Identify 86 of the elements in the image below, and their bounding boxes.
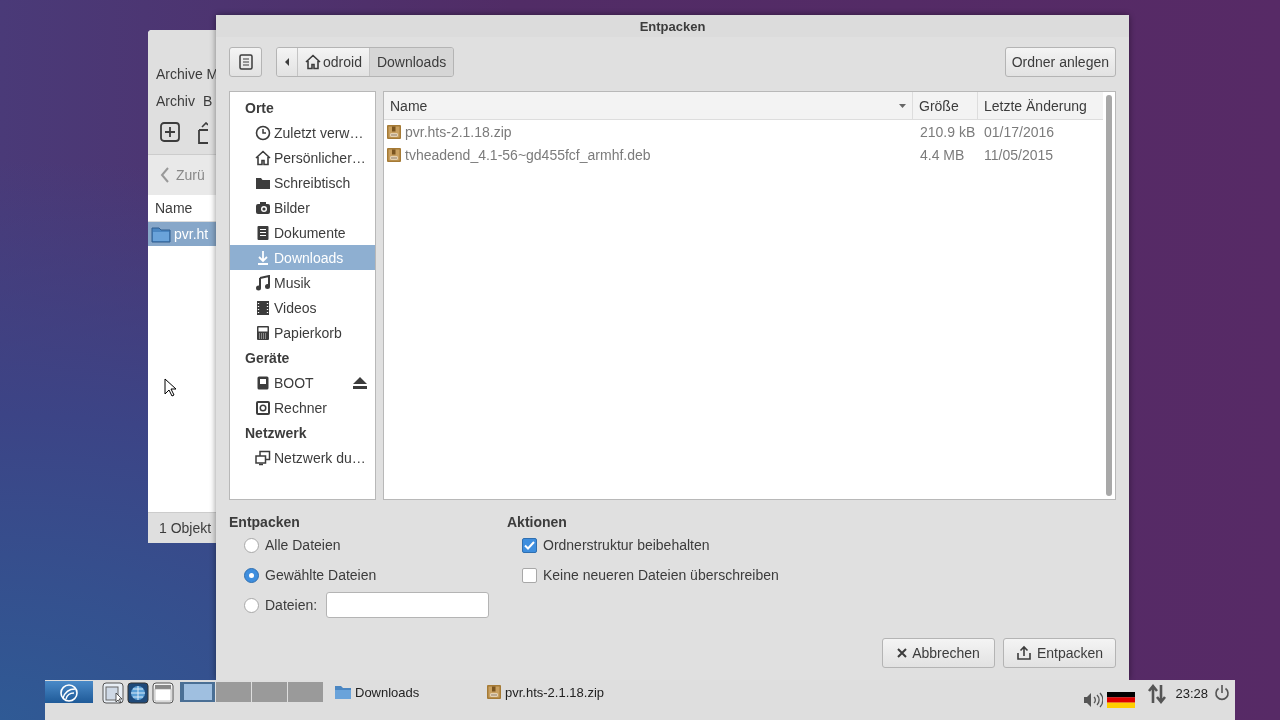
eject-icon[interactable] [353,376,367,389]
radio-label: Dateien: [265,597,318,613]
workspace-button[interactable] [180,682,215,702]
left-arrow-icon [284,58,290,66]
sidebar-item[interactable]: Persönlicher… [230,145,375,170]
film-icon [255,299,271,316]
home-icon [305,54,321,70]
trash-icon [255,324,271,341]
globe-icon[interactable] [127,682,149,704]
cancel-button[interactable]: Abbrechen [882,638,995,668]
close-icon [897,648,908,658]
archive-icon [386,146,402,163]
archive-icon [486,684,502,700]
path-button[interactable]: odroid [297,48,369,76]
taskbar-button[interactable]: Downloads [334,682,486,702]
home-icon [255,149,271,166]
section-heading: Geräte [244,348,291,368]
path-back-button[interactable] [277,48,297,76]
radio-button[interactable] [244,537,259,553]
document-icon [255,224,271,241]
path-button[interactable]: Downloads [368,48,454,76]
column-header[interactable]: Name [384,92,913,119]
section-heading: Orte [244,98,275,118]
download-icon [255,249,271,266]
export-icon [1015,645,1032,661]
camera-icon [255,199,271,216]
document-icon [238,54,253,70]
sidebar-item[interactable]: Dokumente [230,220,375,245]
checkbox[interactable] [522,567,537,583]
clock[interactable]: 23:28 [1175,686,1208,701]
taskbar-button[interactable]: pvr.hts-2.1.18.zip [486,682,604,702]
file-size: 210.9 kB [919,123,977,140]
radio-label: Alle Dateien [265,537,341,553]
checkbox-label: Ordnerstruktur beibehalten [543,537,710,553]
sidebar-item[interactable]: Rechner [230,395,375,420]
sort-caret-icon [899,103,906,108]
file-manager-icon[interactable] [102,682,124,704]
menu-item[interactable]: Archiv [156,93,195,114]
column-header[interactable]: Letzte Änderung [978,92,1103,119]
file-name[interactable]: tvheadend_4.1-56~gd455fcf_armhf.deb [405,146,651,163]
sidebar-item[interactable]: Papierkorb [230,320,375,345]
new-folder-button[interactable]: Ordner anlegen [1004,47,1116,77]
cursor-icon [164,378,176,397]
window-icon[interactable] [152,682,174,704]
clock-icon [255,124,271,141]
sidebar-item[interactable]: Netzwerk du… [230,445,375,470]
section-heading: Aktionen [507,514,568,530]
network-icon [255,449,271,466]
power-icon[interactable] [1214,684,1230,702]
check-icon [524,540,535,550]
archive-icon [386,123,402,140]
scrollbar[interactable] [1106,95,1112,496]
section-heading: Entpacken [229,514,301,530]
sidebar-item[interactable]: BOOT [230,370,375,395]
sidebar-item[interactable]: Zuletzt verw… [230,120,375,145]
drive-icon [255,374,271,391]
menu-item[interactable]: B [202,93,213,114]
sidebar-item[interactable]: Videos [230,295,375,320]
window-title: Entpacken [216,15,1129,37]
file-name: pvr.ht [174,226,209,242]
radio-button[interactable] [244,567,259,583]
file-size: 4.4 MB [919,146,966,163]
music-icon [255,274,271,291]
add-icon [160,122,180,142]
file-name[interactable]: pvr.hts-2.1.18.zip [405,123,512,140]
column-header[interactable]: Größe [913,92,978,119]
start-menu-button[interactable] [45,681,93,703]
sidebar-item[interactable]: Schreibtisch [230,170,375,195]
input-field[interactable] [326,592,490,618]
file-date: 01/17/2016 [983,123,1056,140]
checkbox-label: Keine neueren Dateien überschreiben [543,567,779,583]
sidebar-toggle-button[interactable] [229,47,262,77]
file-date: 11/05/2015 [983,146,1055,163]
extract-button[interactable]: Entpacken [1003,638,1116,668]
checkbox[interactable] [522,537,537,553]
radio-label: Gewählte Dateien [265,567,377,583]
section-heading: Netzwerk [244,423,308,443]
status-text: 1 Objekt [148,512,216,543]
radio-button[interactable] [244,597,259,613]
sidebar-item[interactable]: Bilder [230,195,375,220]
computer-icon [255,399,271,416]
flag-icon[interactable] [1107,692,1136,708]
volume-icon[interactable] [1083,692,1104,708]
logo-icon [57,682,81,702]
network-transfer-icon[interactable] [1147,683,1168,705]
sidebar-item[interactable]: Musik [230,270,375,295]
